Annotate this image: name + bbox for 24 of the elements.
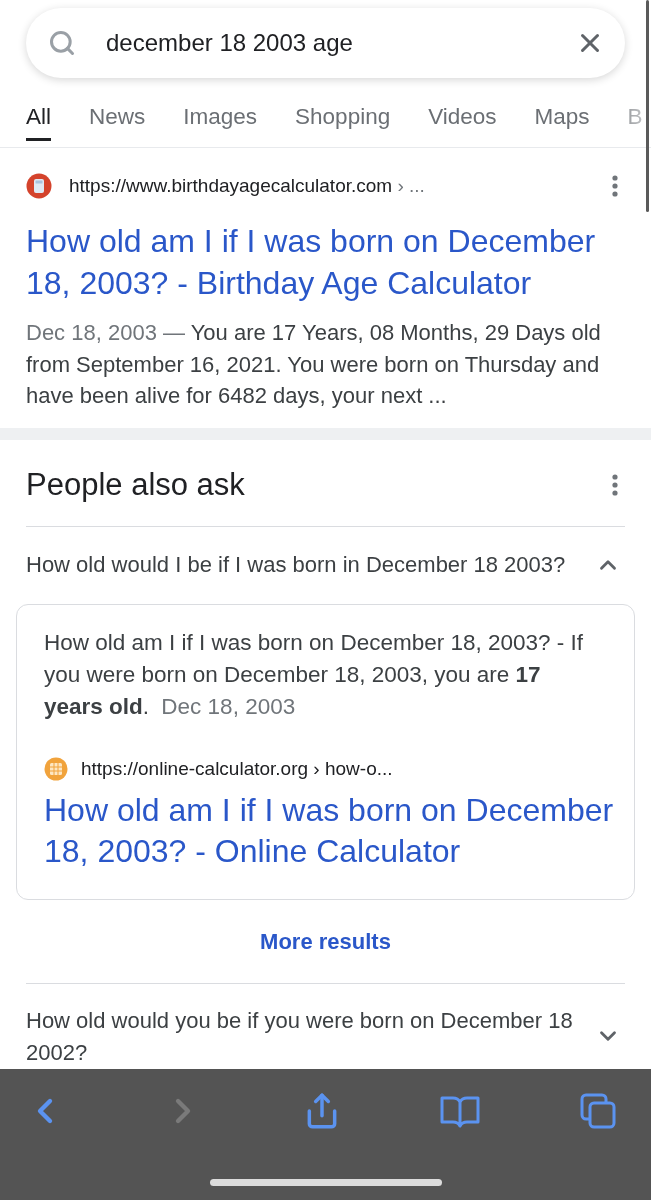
more-results-link[interactable]: More results — [260, 925, 391, 958]
result-url: https://www.birthdayagecalculator.com › ... — [69, 173, 425, 198]
book-icon — [439, 1094, 480, 1128]
question-expander[interactable]: How old would you be if you were born on December 18 2002? — [26, 984, 625, 1069]
tab[interactable]: News — [89, 78, 146, 141]
tab[interactable]: Maps — [534, 78, 590, 141]
tab[interactable]: Images — [183, 78, 258, 141]
more-options-icon[interactable] — [612, 175, 618, 197]
search-icon — [48, 29, 76, 57]
source-url: https://online-calculator.org › how-o... — [81, 756, 393, 781]
calendar-icon — [44, 756, 68, 781]
tab[interactable]: All — [26, 78, 51, 141]
tabs-icon — [579, 1092, 617, 1130]
section-heading: People also ask — [26, 466, 245, 503]
result-snippet: Dec 18, 2003 — You are 17 Years, 08 Months, 29 Days old from September 16, 2021. You were born on Thursday and have been alive for 6482 days, your next ... — [26, 319, 602, 410]
answer-text: How old am I if I was born on December 18, 2003? - If you were born on December 18, 2003, you are 17 years old. Dec 18, 2003 — [44, 628, 584, 721]
search-input[interactable]: december 18 2003 age — [106, 25, 575, 61]
result-title-link[interactable]: How old am I if I was born on December 18, 2003? - Birthday Age Calculator — [26, 220, 625, 304]
more-options-icon[interactable] — [612, 473, 618, 496]
answer-title-link[interactable]: How old am I if I was born on December 18, 2003? - Online Calculator — [44, 790, 616, 872]
tab[interactable]: Shopping — [295, 78, 391, 141]
question-expander[interactable]: How old would I be if I was born in December 18 2003? — [26, 526, 625, 604]
favicon-icon — [26, 173, 52, 199]
tab[interactable]: Videos — [428, 78, 497, 141]
